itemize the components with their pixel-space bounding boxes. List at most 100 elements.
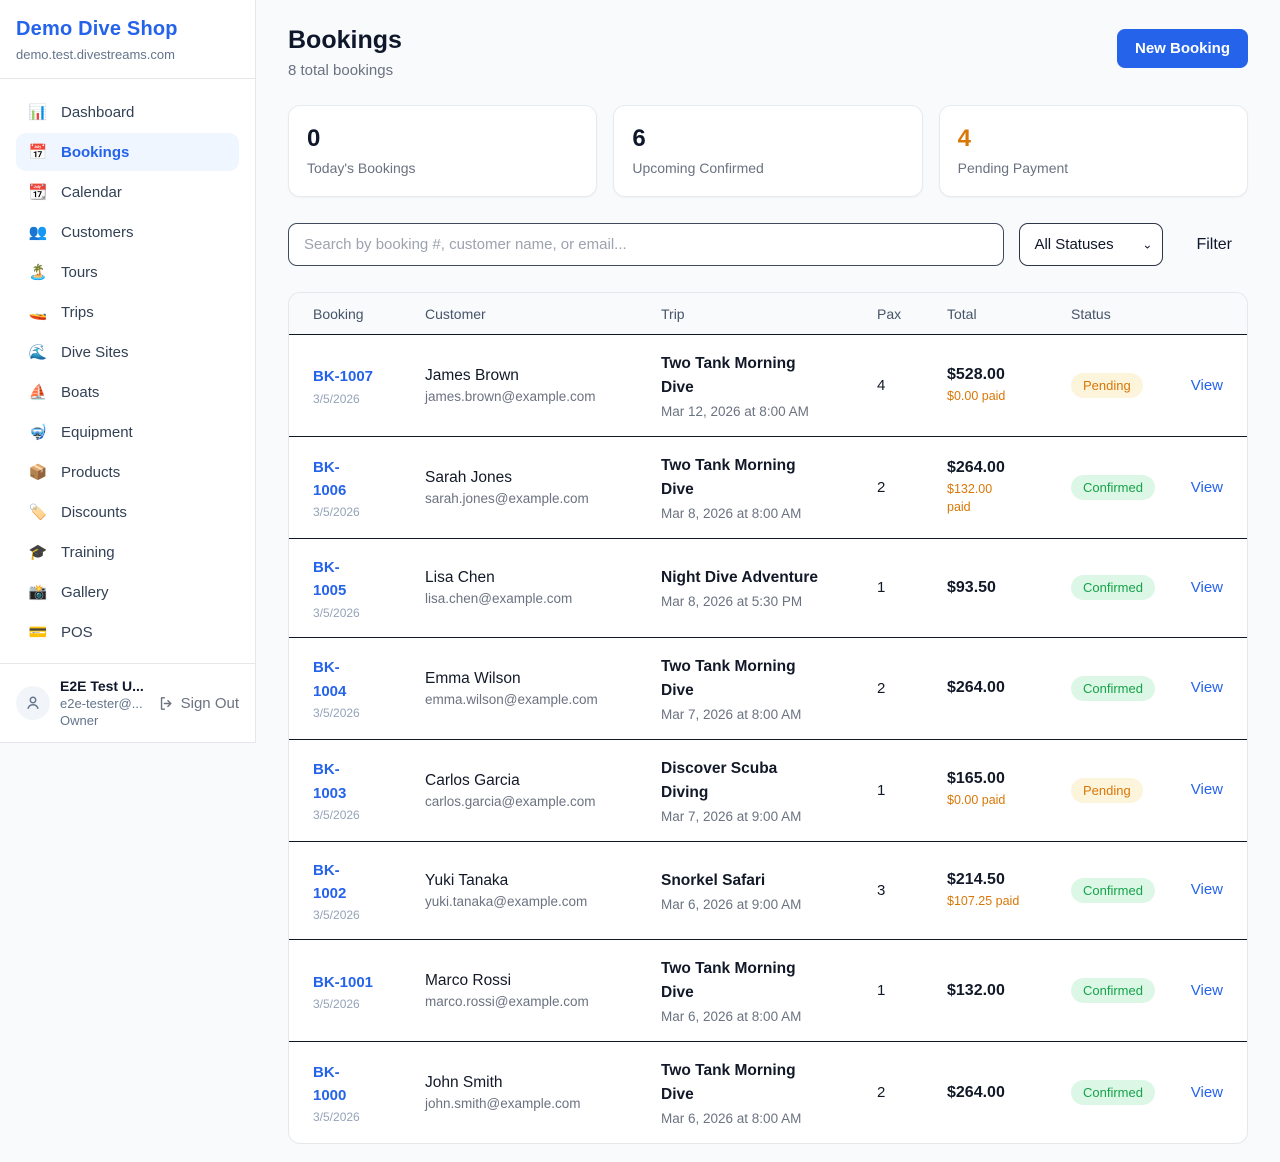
booking-date: 3/5/2026 bbox=[313, 908, 425, 922]
stat-value: 4 bbox=[958, 125, 1229, 153]
sidebar-item-label: Discounts bbox=[61, 504, 127, 521]
sidebar-item-dive-sites[interactable]: 🌊Dive Sites bbox=[16, 333, 239, 371]
stat-value: 6 bbox=[632, 125, 903, 153]
booking-date: 3/5/2026 bbox=[313, 997, 425, 1011]
trip-name: Two Tank Morning Dive bbox=[661, 655, 877, 703]
dashboard-icon: 📊 bbox=[28, 103, 48, 121]
trip-cell: Two Tank Morning Dive Mar 6, 2026 at 8:0… bbox=[661, 957, 877, 1024]
sidebar-item-label: Training bbox=[61, 544, 115, 561]
view-link[interactable]: View bbox=[1191, 479, 1223, 496]
total-cell: $528.00 $0.00 paid bbox=[947, 366, 1071, 406]
col-header-trip: Trip bbox=[661, 306, 877, 322]
sidebar-item-equipment[interactable]: 🤿 Equipment bbox=[16, 413, 239, 451]
booking-id-link[interactable]: BK- 1005 bbox=[313, 559, 346, 599]
sidebar: Demo Dive Shop demo.test.divestreams.com… bbox=[0, 0, 256, 743]
pax-cell: 1 bbox=[877, 782, 947, 799]
sign-out-button[interactable]: Sign Out bbox=[158, 695, 239, 712]
search-input[interactable] bbox=[288, 223, 1004, 266]
sidebar-item-label: Equipment bbox=[61, 424, 133, 441]
sidebar-item-products[interactable]: 📦Products bbox=[16, 453, 239, 491]
booking-cell: BK-1007 3/5/2026 bbox=[313, 365, 425, 405]
view-cell: View bbox=[1181, 1084, 1223, 1102]
sidebar-nav: 📊Dashboard📅Bookings📆Calendar👥Customers🏝️… bbox=[0, 79, 255, 663]
booking-date: 3/5/2026 bbox=[313, 706, 425, 720]
gallery-icon: 📸 bbox=[28, 583, 48, 601]
brand-title: Demo Dive Shop bbox=[16, 18, 239, 41]
trip-datetime: Mar 6, 2026 at 9:00 AM bbox=[661, 897, 877, 912]
total-cell: $165.00 $0.00 paid bbox=[947, 770, 1071, 810]
sidebar-item-trips[interactable]: 🚤Trips bbox=[16, 293, 239, 331]
trip-cell: Snorkel Safari Mar 6, 2026 at 9:00 AM bbox=[661, 869, 877, 912]
total-amount: $264.00 bbox=[947, 459, 1071, 477]
total-amount: $214.50 bbox=[947, 871, 1071, 889]
sidebar-user-footer: E2E Test U... e2e-tester@... Owner Sign … bbox=[0, 663, 255, 742]
total-cell: $264.00 $132.00 paid bbox=[947, 459, 1071, 516]
view-link[interactable]: View bbox=[1191, 679, 1223, 696]
filter-button[interactable]: Filter bbox=[1178, 236, 1248, 254]
booking-date: 3/5/2026 bbox=[313, 505, 425, 519]
stat-label: Upcoming Confirmed bbox=[632, 160, 903, 176]
pax-cell: 2 bbox=[877, 1084, 947, 1101]
customer-name: John Smith bbox=[425, 1074, 661, 1092]
calendar-icon: 📆 bbox=[28, 183, 48, 201]
sidebar-item-gallery[interactable]: 📸Gallery bbox=[16, 573, 239, 611]
booking-id-link[interactable]: BK- 1000 bbox=[313, 1064, 346, 1104]
sidebar-item-pos[interactable]: 💳POS bbox=[16, 613, 239, 651]
trip-cell: Night Dive Adventure Mar 8, 2026 at 5:30… bbox=[661, 566, 877, 609]
booking-cell: BK- 1002 3/5/2026 bbox=[313, 859, 425, 923]
sign-out-label: Sign Out bbox=[181, 695, 239, 712]
view-cell: View bbox=[1181, 881, 1223, 899]
total-cell: $264.00 bbox=[947, 679, 1071, 697]
customer-name: Marco Rossi bbox=[425, 972, 661, 990]
table-header-row: Booking Customer Trip Pax Total Status bbox=[289, 293, 1247, 335]
page-header-text: Bookings 8 total bookings bbox=[288, 26, 402, 79]
trip-cell: Two Tank Morning Dive Mar 8, 2026 at 8:0… bbox=[661, 454, 877, 521]
status-badge: Pending bbox=[1071, 373, 1143, 398]
view-link[interactable]: View bbox=[1191, 1084, 1223, 1101]
booking-id-link[interactable]: BK- 1003 bbox=[313, 761, 346, 801]
sidebar-item-dashboard[interactable]: 📊Dashboard bbox=[16, 93, 239, 131]
sidebar-item-label: Customers bbox=[61, 224, 134, 241]
pax-cell: 1 bbox=[877, 579, 947, 596]
view-link[interactable]: View bbox=[1191, 982, 1223, 999]
sidebar-item-boats[interactable]: ⛵Boats bbox=[16, 373, 239, 411]
view-link[interactable]: View bbox=[1191, 377, 1223, 394]
stat-value: 0 bbox=[307, 125, 578, 153]
trip-cell: Discover Scuba Diving Mar 7, 2026 at 9:0… bbox=[661, 757, 877, 824]
view-link[interactable]: View bbox=[1191, 881, 1223, 898]
trip-name: Two Tank Morning Dive bbox=[661, 1059, 877, 1107]
table-row: BK-1001 3/5/2026 Marco Rossi marco.rossi… bbox=[289, 940, 1247, 1042]
sidebar-item-discounts[interactable]: 🏷️Discounts bbox=[16, 493, 239, 531]
sidebar-item-bookings[interactable]: 📅Bookings bbox=[16, 133, 239, 171]
sidebar-item-calendar[interactable]: 📆Calendar bbox=[16, 173, 239, 211]
table-body: BK-1007 3/5/2026 James Brown james.brown… bbox=[289, 335, 1247, 1143]
status-cell: Pending bbox=[1071, 778, 1181, 803]
view-link[interactable]: View bbox=[1191, 579, 1223, 596]
status-select[interactable]: All Statuses bbox=[1019, 223, 1163, 266]
booking-id-link[interactable]: BK-1007 bbox=[313, 368, 373, 385]
brand-domain: demo.test.divestreams.com bbox=[16, 47, 239, 62]
trip-name: Two Tank Morning Dive bbox=[661, 454, 877, 502]
table-row: BK- 1006 3/5/2026 Sarah Jones sarah.jone… bbox=[289, 437, 1247, 539]
customer-cell: Emma Wilson emma.wilson@example.com bbox=[425, 670, 661, 707]
sidebar-item-label: POS bbox=[61, 624, 93, 641]
view-link[interactable]: View bbox=[1191, 781, 1223, 798]
sidebar-item-tours[interactable]: 🏝️Tours bbox=[16, 253, 239, 291]
status-cell: Confirmed bbox=[1071, 475, 1181, 500]
booking-id-link[interactable]: BK- 1002 bbox=[313, 862, 346, 902]
equipment-icon: 🤿 bbox=[28, 423, 48, 441]
new-booking-button[interactable]: New Booking bbox=[1117, 29, 1248, 68]
booking-id-link[interactable]: BK- 1004 bbox=[313, 659, 346, 699]
user-name: E2E Test U... bbox=[60, 678, 144, 694]
bookings-icon: 📅 bbox=[28, 143, 48, 161]
training-icon: 🎓 bbox=[28, 543, 48, 561]
col-header-customer: Customer bbox=[425, 306, 661, 322]
total-amount: $165.00 bbox=[947, 770, 1071, 788]
trips-icon: 🚤 bbox=[28, 303, 48, 321]
pax-cell: 4 bbox=[877, 377, 947, 394]
booking-id-link[interactable]: BK- 1006 bbox=[313, 459, 346, 499]
sidebar-item-training[interactable]: 🎓 Training bbox=[16, 533, 239, 571]
bookings-table: Booking Customer Trip Pax Total Status B… bbox=[288, 292, 1248, 1144]
booking-id-link[interactable]: BK-1001 bbox=[313, 974, 373, 991]
sidebar-item-customers[interactable]: 👥Customers bbox=[16, 213, 239, 251]
